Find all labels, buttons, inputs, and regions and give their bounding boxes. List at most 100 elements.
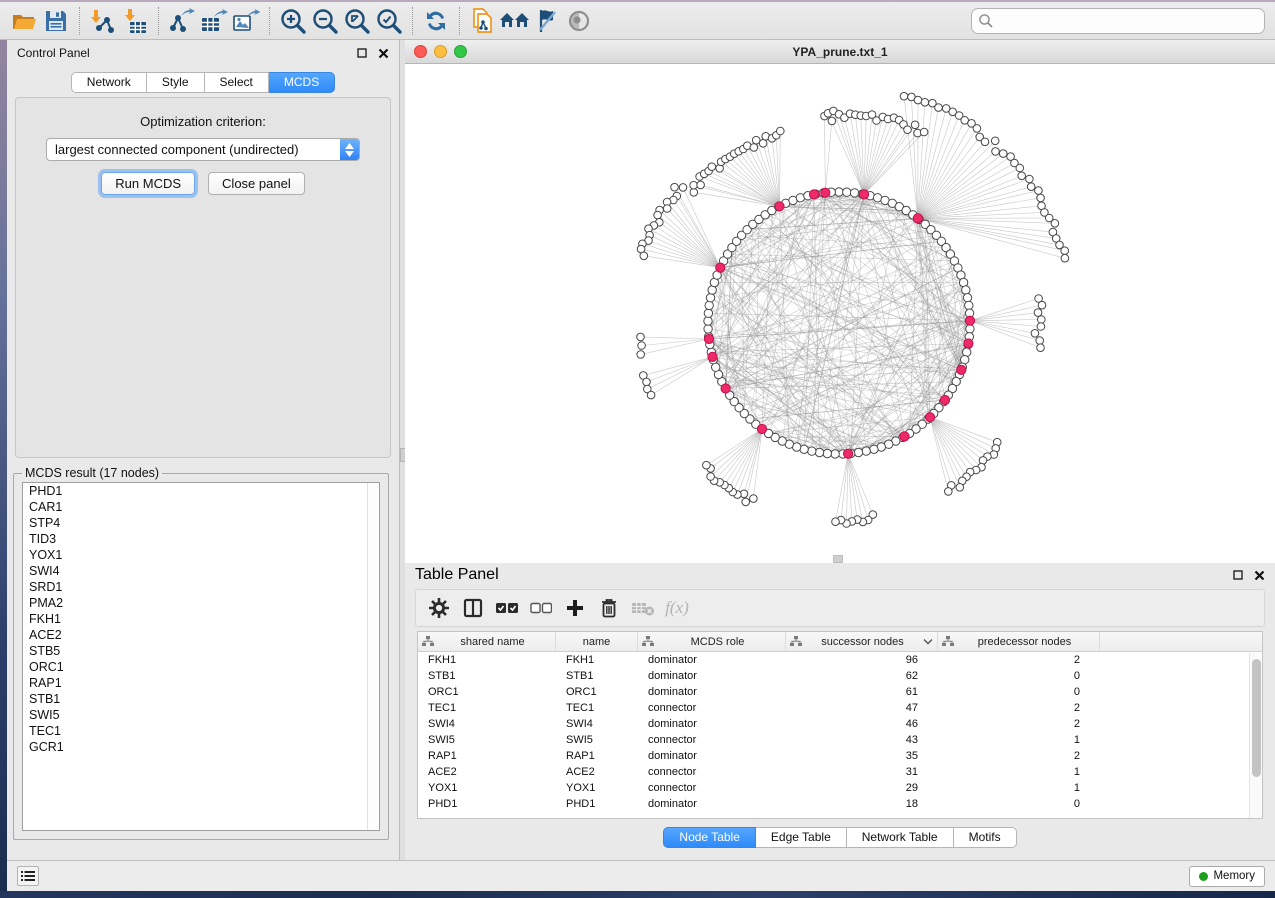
mcds-result-item[interactable]: ORC1 — [23, 659, 379, 675]
add-column-button[interactable] — [560, 594, 590, 622]
zoom-out-button[interactable] — [309, 6, 341, 36]
mcds-result-item[interactable]: SWI5 — [23, 707, 379, 723]
close-panel-button[interactable]: Close panel — [208, 172, 305, 195]
delete-table-button[interactable] — [628, 594, 658, 622]
mcds-result-item[interactable]: STP4 — [23, 515, 379, 531]
sort-descending-icon — [923, 638, 933, 645]
open-session-button[interactable] — [8, 6, 40, 36]
mcds-result-item[interactable]: RAP1 — [23, 675, 379, 691]
mcds-result-list[interactable]: PHD1CAR1STP4TID3YOX1SWI4SRD1PMA2FKH1ACE2… — [22, 482, 380, 831]
column-header-name[interactable]: name — [556, 632, 638, 651]
export-image-button[interactable] — [230, 6, 262, 36]
memory-button[interactable]: Memory — [1189, 866, 1265, 887]
column-header-MCDS-role[interactable]: MCDS role — [638, 632, 786, 651]
task-history-button[interactable] — [17, 866, 39, 886]
float-panel-icon[interactable] — [357, 48, 367, 58]
mcds-result-item[interactable]: SWI4 — [23, 563, 379, 579]
mcds-node[interactable] — [957, 365, 966, 374]
mcds-result-item[interactable]: SRD1 — [23, 579, 379, 595]
network-graph[interactable] — [405, 64, 1275, 563]
mcds-node[interactable] — [925, 413, 934, 422]
table-row[interactable]: RAP1RAP1dominator352 — [418, 748, 1262, 764]
tab-network[interactable]: Network — [71, 72, 147, 93]
column-header-shared-name[interactable]: shared name — [418, 632, 556, 651]
mcds-node[interactable] — [704, 334, 713, 343]
mcds-result-item[interactable]: FKH1 — [23, 611, 379, 627]
optimization-criterion-select[interactable]: largest connected component (undirected) — [46, 138, 360, 161]
search-input[interactable] — [994, 14, 1258, 28]
mcds-node[interactable] — [913, 214, 922, 223]
scrollbar-thumb[interactable] — [1252, 659, 1261, 777]
import-table-button[interactable] — [119, 6, 151, 36]
tab-select[interactable]: Select — [205, 72, 269, 93]
delete-table-icon — [631, 600, 655, 616]
mcds-result-item[interactable]: YOX1 — [23, 547, 379, 563]
hide-selected-button[interactable] — [531, 6, 563, 36]
function-builder-button[interactable]: f(x) — [662, 594, 692, 622]
mcds-node[interactable] — [940, 395, 949, 404]
import-network-button[interactable] — [87, 6, 119, 36]
show-all-button[interactable] — [563, 6, 595, 36]
mcds-node[interactable] — [844, 449, 853, 458]
mcds-result-item[interactable]: TID3 — [23, 531, 379, 547]
tab-edge-table[interactable]: Edge Table — [756, 827, 847, 848]
splitter-grip-icon[interactable] — [833, 555, 843, 563]
close-panel-icon[interactable] — [378, 48, 389, 59]
table-row[interactable]: PHD1PHD1dominator180 — [418, 796, 1262, 812]
mcds-result-item[interactable]: TEC1 — [23, 723, 379, 739]
table-row[interactable]: SWI5SWI5connector431 — [418, 732, 1262, 748]
table-scrollbar[interactable] — [1249, 653, 1262, 818]
mcds-node[interactable] — [821, 188, 830, 197]
mcds-result-item[interactable]: STB5 — [23, 643, 379, 659]
table-mode-button[interactable] — [424, 594, 454, 622]
show-columns-button[interactable] — [458, 594, 488, 622]
mcds-node[interactable] — [965, 316, 974, 325]
table-row[interactable]: FKH1FKH1dominator962 — [418, 652, 1262, 668]
zoom-fit-button[interactable] — [341, 6, 373, 36]
refresh-button[interactable] — [420, 6, 452, 36]
zoom-in-button[interactable] — [277, 6, 309, 36]
tab-mcds[interactable]: MCDS — [269, 72, 335, 93]
table-row[interactable]: YOX1YOX1connector291 — [418, 780, 1262, 796]
mcds-result-item[interactable]: GCR1 — [23, 739, 379, 755]
delete-column-button[interactable] — [594, 594, 624, 622]
table-row[interactable]: ORC1ORC1dominator610 — [418, 684, 1262, 700]
mcds-node[interactable] — [900, 432, 909, 441]
zoom-selected-button[interactable] — [373, 6, 405, 36]
mcds-node[interactable] — [859, 190, 868, 199]
clear-selection-button[interactable] — [526, 594, 556, 622]
select-all-button[interactable] — [492, 594, 522, 622]
tab-node-table[interactable]: Node Table — [663, 827, 756, 848]
mcds-node[interactable] — [809, 190, 818, 199]
column-header-predecessor-nodes[interactable]: predecessor nodes — [938, 632, 1100, 651]
table-row[interactable]: SWI4SWI4dominator462 — [418, 716, 1262, 732]
mcds-node[interactable] — [757, 424, 766, 433]
column-header-successor-nodes[interactable]: successor nodes — [786, 632, 938, 651]
mcds-node[interactable] — [716, 263, 725, 272]
table-row[interactable]: ACE2ACE2connector311 — [418, 764, 1262, 780]
clone-network-button[interactable] — [467, 6, 499, 36]
mcds-result-item[interactable]: STB1 — [23, 691, 379, 707]
mcds-node[interactable] — [775, 202, 784, 211]
tab-style[interactable]: Style — [147, 72, 205, 93]
mcds-node[interactable] — [708, 352, 717, 361]
mcds-result-item[interactable]: CAR1 — [23, 499, 379, 515]
table-row[interactable]: STB1STB1dominator620 — [418, 668, 1262, 684]
mcds-result-item[interactable]: ACE2 — [23, 627, 379, 643]
network-canvas[interactable] — [405, 64, 1275, 563]
export-network-button[interactable] — [166, 6, 198, 36]
mcds-node[interactable] — [964, 339, 973, 348]
mcds-node[interactable] — [721, 384, 730, 393]
tab-network-table[interactable]: Network Table — [847, 827, 954, 848]
list-scrollbar[interactable] — [367, 483, 379, 830]
mcds-result-item[interactable]: PHD1 — [23, 483, 379, 499]
close-panel-icon[interactable] — [1254, 570, 1265, 581]
save-session-button[interactable] — [40, 6, 72, 36]
table-row[interactable]: TEC1TEC1connector472 — [418, 700, 1262, 716]
export-table-button[interactable] — [198, 6, 230, 36]
first-neighbors-button[interactable] — [499, 6, 531, 36]
mcds-result-item[interactable]: PMA2 — [23, 595, 379, 611]
tab-motifs[interactable]: Motifs — [954, 827, 1017, 848]
run-mcds-button[interactable]: Run MCDS — [101, 172, 195, 195]
float-panel-icon[interactable] — [1233, 570, 1243, 580]
